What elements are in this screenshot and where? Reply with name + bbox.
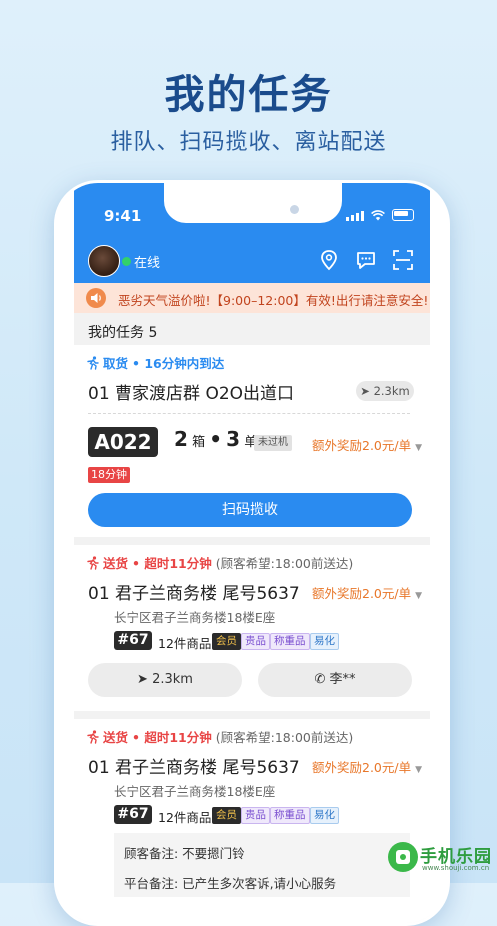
- status-time: 9:41: [104, 207, 142, 225]
- promo-subtitle: 排队、扫码揽收、离站配送: [110, 130, 387, 155]
- weighed-label: 称重品: [270, 633, 310, 650]
- distance-value: 2.3km: [373, 384, 410, 398]
- pickup-address: 01 曹家渡店群 O2O出道口: [88, 384, 295, 404]
- unscanned-badge: 未过机: [254, 435, 292, 451]
- weather-notice-banner[interactable]: 恶劣天气溢价啦!【9:00–12:00】有效!出行请注意安全!: [74, 283, 430, 313]
- chevron-down-icon: ▼: [415, 443, 422, 453]
- task-section-header: 我的任务 5: [74, 315, 430, 345]
- bonus-dropdown[interactable]: 额外奖励2.0元/单 ▼: [312, 583, 422, 602]
- pickup-task-card[interactable]: 取货 • 16分钟内到达 01 曹家渡店群 O2O出道口 ➤ 2.3km A02…: [74, 345, 430, 537]
- delivery-sub-address: 长宁区君子兰商务楼18楼E座: [114, 610, 276, 625]
- member-label: 会员: [212, 807, 241, 824]
- runner-icon: [87, 556, 99, 570]
- delivery-task-card[interactable]: 送货 • 超时11分钟 (顾客希望:18:00前送达) 01 君子兰商务楼 尾号…: [74, 545, 430, 711]
- remarks-box: 顾客备注: 不要摁门铃 平台备注: 已产生多次客诉,请小心服务: [114, 833, 410, 897]
- box-count: 2: [174, 427, 188, 451]
- runner-icon: [87, 730, 99, 744]
- order-count: 3: [226, 427, 241, 451]
- online-status-label[interactable]: 在线: [134, 252, 160, 271]
- status-detail: • 16分钟内到达: [132, 356, 225, 371]
- app-screen: 9:41 在线 恶劣天气溢价啦!【9:00–12:00】有效!出行请注意安全! …: [74, 183, 430, 923]
- status-label: 送货: [103, 556, 129, 571]
- battery-icon: [392, 209, 414, 221]
- task-status: 取货 • 16分钟内到达: [86, 353, 224, 372]
- location-pin-icon[interactable]: [318, 249, 340, 271]
- wifi-icon: [371, 210, 385, 221]
- task-status: 送货 • 超时11分钟 (顾客希望:18:00前送达): [86, 727, 353, 746]
- chevron-down-icon: ▼: [415, 765, 422, 775]
- chat-bubble-icon[interactable]: [355, 249, 377, 271]
- notice-text: 恶劣天气溢价啦!【9:00–12:00】有效!出行请注意安全!: [118, 293, 429, 308]
- call-customer-button[interactable]: ✆ 李**: [258, 663, 412, 697]
- task-status: 送货 • 超时11分钟 (顾客希望:18:00前送达): [86, 553, 353, 572]
- bonus-dropdown[interactable]: 额外奖励2.0元/单 ▼: [312, 435, 422, 454]
- app-bar: 在线: [74, 243, 430, 283]
- phone-frame: 9:41 在线 恶劣天气溢价啦!【9:00–12:00】有效!出行请注意安全! …: [54, 180, 450, 926]
- navigation-arrow-icon: ➤: [137, 672, 148, 687]
- delivery-task-card[interactable]: 送货 • 超时11分钟 (顾客希望:18:00前送达) 01 君子兰商务楼 尾号…: [74, 719, 430, 923]
- avatar[interactable]: [88, 245, 120, 277]
- scan-icon[interactable]: [392, 249, 414, 271]
- online-status-dot: [122, 257, 131, 266]
- runner-icon: [87, 356, 99, 370]
- status-label: 送货: [103, 730, 129, 745]
- status-detail: • 超时11分钟: [132, 730, 212, 745]
- time-badge: 18分钟: [88, 467, 130, 483]
- navigate-button[interactable]: ➤ 2.3km: [88, 663, 242, 697]
- delivery-address: 01 君子兰商务楼 尾号5637: [88, 584, 300, 604]
- delivery-address: 01 君子兰商务楼 尾号5637: [88, 758, 300, 778]
- status-label: 取货: [103, 356, 129, 371]
- pickup-code-badge: A022: [88, 427, 158, 457]
- phone-icon: ✆: [314, 672, 326, 687]
- fragile-label: 易化: [310, 633, 339, 650]
- customer-hope-time: (顾客希望:18:00前送达): [215, 730, 354, 745]
- order-number-badge: #67: [114, 805, 152, 824]
- customer-hope-time: (顾客希望:18:00前送达): [215, 556, 354, 571]
- watermark-url: www.shouji.com.cn: [422, 864, 490, 872]
- fragile-label: 易化: [310, 807, 339, 824]
- quantity-summary: 2 箱 • 3 单: [174, 427, 257, 451]
- navigate-distance: 2.3km: [152, 672, 193, 687]
- bonus-text: 额外奖励2.0元/单: [312, 438, 412, 453]
- valuable-label: 贵品: [241, 633, 270, 650]
- notch: [164, 183, 342, 223]
- status-bar: 9:41: [74, 183, 430, 243]
- order-number-badge: #67: [114, 631, 152, 650]
- speaker-icon: [86, 288, 106, 308]
- scan-pickup-button[interactable]: 扫码揽收: [88, 493, 412, 527]
- bonus-text: 额外奖励2.0元/单: [312, 586, 412, 601]
- watermark-logo-icon: [388, 842, 418, 872]
- task-count-label: 我的任务 5: [88, 325, 158, 341]
- customer-name: 李**: [329, 672, 356, 687]
- chevron-down-icon: ▼: [415, 591, 422, 601]
- status-detail: • 超时11分钟: [132, 556, 212, 571]
- item-count: 12件商品: [158, 636, 212, 651]
- member-label: 会员: [212, 633, 241, 650]
- delivery-sub-address: 长宁区君子兰商务楼18楼E座: [114, 784, 276, 799]
- navigation-arrow-icon: ➤: [360, 384, 370, 398]
- system-icons: [346, 209, 414, 221]
- promo-title: 我的任务: [164, 72, 333, 118]
- bonus-dropdown[interactable]: 额外奖励2.0元/单 ▼: [312, 757, 422, 776]
- valuable-label: 贵品: [241, 807, 270, 824]
- distance-pill[interactable]: ➤ 2.3km: [356, 381, 414, 401]
- customer-remark: 顾客备注: 不要摁门铃: [124, 846, 245, 861]
- site-watermark: 手机乐园 www.shouji.com.cn: [388, 838, 496, 880]
- divider: [88, 413, 410, 414]
- item-count: 12件商品: [158, 810, 212, 825]
- quantity-dot: •: [209, 427, 223, 451]
- signal-icon: [346, 211, 364, 221]
- weighed-label: 称重品: [270, 807, 310, 824]
- bonus-text: 额外奖励2.0元/单: [312, 760, 412, 775]
- box-unit: 箱: [192, 435, 206, 450]
